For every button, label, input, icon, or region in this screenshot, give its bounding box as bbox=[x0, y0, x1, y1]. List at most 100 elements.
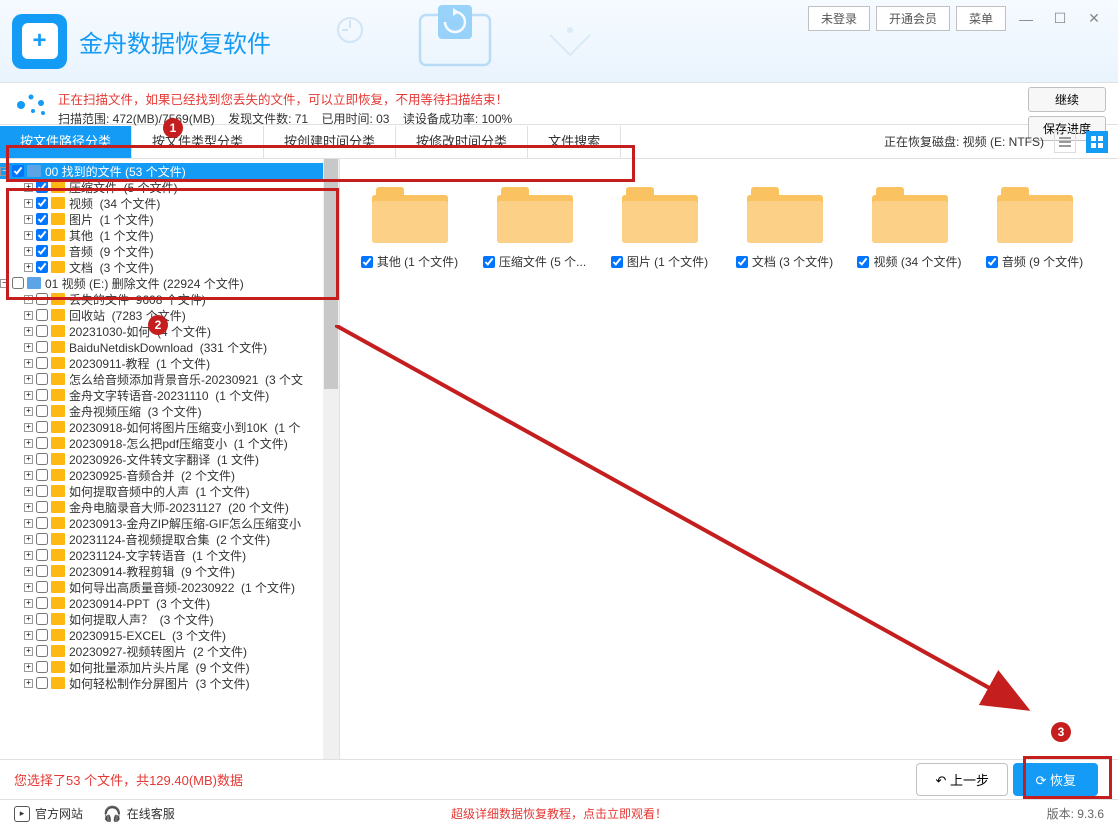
tree-checkbox[interactable] bbox=[36, 629, 48, 641]
tree-toggle-icon[interactable]: + bbox=[24, 663, 33, 672]
tree-item[interactable]: +图片 (1 个文件) bbox=[0, 211, 339, 227]
tab-by-created[interactable]: 按创建时间分类 bbox=[264, 126, 396, 158]
tree-toggle-icon[interactable]: + bbox=[24, 359, 33, 368]
tree-toggle-icon[interactable]: + bbox=[24, 519, 33, 528]
tree-toggle-icon[interactable]: + bbox=[24, 407, 33, 416]
tree-item[interactable]: −01 视频 (E:) 删除文件 (22924 个文件) bbox=[0, 275, 339, 291]
tree-checkbox[interactable] bbox=[36, 421, 48, 433]
tree-checkbox[interactable] bbox=[36, 469, 48, 481]
grid-checkbox[interactable] bbox=[361, 256, 373, 268]
tree-item[interactable]: +20230918-怎么把pdf压缩变小 (1 个文件) bbox=[0, 435, 339, 451]
tree-item[interactable]: +回收站 (7283 个文件) bbox=[0, 307, 339, 323]
tree-item[interactable]: +如何提取音频中的人声 (1 个文件) bbox=[0, 483, 339, 499]
tree-checkbox[interactable] bbox=[36, 485, 48, 497]
tree-toggle-icon[interactable]: + bbox=[24, 423, 33, 432]
tree-toggle-icon[interactable]: + bbox=[24, 199, 33, 208]
tree-toggle-icon[interactable]: + bbox=[24, 327, 33, 336]
grid-view-icon[interactable] bbox=[1086, 131, 1108, 153]
maximize-icon[interactable]: ☐ bbox=[1046, 8, 1074, 30]
grid-checkbox[interactable] bbox=[736, 256, 748, 268]
grid-checkbox[interactable] bbox=[986, 256, 998, 268]
tree-checkbox[interactable] bbox=[36, 405, 48, 417]
tree-checkbox[interactable] bbox=[36, 533, 48, 545]
tree-checkbox[interactable] bbox=[36, 677, 48, 689]
tree-toggle-icon[interactable]: + bbox=[24, 567, 33, 576]
tree-item[interactable]: +如何导出高质量音频-20230922 (1 个文件) bbox=[0, 579, 339, 595]
tree-toggle-icon[interactable]: + bbox=[24, 647, 33, 656]
tree-checkbox[interactable] bbox=[36, 437, 48, 449]
tutorial-link[interactable]: 超级详细数据恢复教程，点击立即观看！ bbox=[451, 805, 667, 822]
grid-checkbox[interactable] bbox=[857, 256, 869, 268]
tree-item[interactable]: +20231124-文字转语音 (1 个文件) bbox=[0, 547, 339, 563]
tree-toggle-icon[interactable]: + bbox=[24, 455, 33, 464]
tab-by-modified[interactable]: 按修改时间分类 bbox=[396, 126, 528, 158]
list-view-icon[interactable] bbox=[1054, 131, 1076, 153]
tree-checkbox[interactable] bbox=[36, 613, 48, 625]
tree-item[interactable]: +20230914-PPT (3 个文件) bbox=[0, 595, 339, 611]
tree-toggle-icon[interactable]: + bbox=[24, 375, 33, 384]
vip-button[interactable]: 开通会员 bbox=[876, 6, 950, 31]
recover-button[interactable]: ⟳ 恢复 bbox=[1013, 763, 1098, 796]
tree-checkbox[interactable] bbox=[36, 581, 48, 593]
tree-item[interactable]: +丢失的文件 9608 个文件) bbox=[0, 291, 339, 307]
tree-checkbox[interactable] bbox=[36, 565, 48, 577]
tab-by-path[interactable]: 按文件路径分类 bbox=[0, 126, 132, 158]
tree-toggle-icon[interactable]: + bbox=[24, 503, 33, 512]
tree-item[interactable]: +20231030-如何 (4 个文件) bbox=[0, 323, 339, 339]
tree-panel[interactable]: −00 找到的文件 (53 个文件) +压缩文件 (5 个文件)+视频 (34 … bbox=[0, 159, 340, 759]
tree-toggle-icon[interactable]: + bbox=[24, 615, 33, 624]
support-link[interactable]: 🎧在线客服 bbox=[103, 805, 175, 823]
tab-by-type[interactable]: 按文件类型分类 bbox=[132, 126, 264, 158]
grid-folder-item[interactable]: 视频 (34 个文件) bbox=[852, 171, 967, 301]
tree-item[interactable]: +20231124-音视频提取合集 (2 个文件) bbox=[0, 531, 339, 547]
tree-checkbox[interactable] bbox=[36, 597, 48, 609]
tree-item[interactable]: +压缩文件 (5 个文件) bbox=[0, 179, 339, 195]
tree-item[interactable]: +20230925-音频合并 (2 个文件) bbox=[0, 467, 339, 483]
tree-item[interactable]: +20230911-教程 (1 个文件) bbox=[0, 355, 339, 371]
tree-toggle-icon[interactable]: + bbox=[24, 247, 33, 256]
tree-item[interactable]: +金舟视频压缩 (3 个文件) bbox=[0, 403, 339, 419]
tree-checkbox[interactable] bbox=[36, 325, 48, 337]
tree-checkbox[interactable] bbox=[36, 261, 48, 273]
tree-toggle-icon[interactable]: + bbox=[24, 215, 33, 224]
tree-item[interactable]: +20230915-EXCEL (3 个文件) bbox=[0, 627, 339, 643]
tree-checkbox[interactable] bbox=[36, 309, 48, 321]
tree-checkbox[interactable] bbox=[36, 661, 48, 673]
tree-checkbox[interactable] bbox=[36, 197, 48, 209]
continue-button[interactable]: 继续 bbox=[1028, 87, 1106, 112]
tree-toggle-icon[interactable]: + bbox=[24, 535, 33, 544]
tree-toggle-icon[interactable]: + bbox=[24, 295, 33, 304]
tree-checkbox[interactable] bbox=[36, 357, 48, 369]
tree-toggle-icon[interactable]: + bbox=[24, 231, 33, 240]
tab-search[interactable]: 文件搜索 bbox=[528, 126, 621, 158]
grid-folder-item[interactable]: 音频 (9 个文件) bbox=[977, 171, 1092, 301]
tree-toggle-icon[interactable]: + bbox=[24, 311, 33, 320]
tree-item[interactable]: +怎么给音频添加背景音乐-20230921 (3 个文 bbox=[0, 371, 339, 387]
tree-checkbox[interactable] bbox=[36, 389, 48, 401]
tree-item[interactable]: +20230926-文件转文字翻译 (1 文件) bbox=[0, 451, 339, 467]
minimize-icon[interactable]: — bbox=[1012, 8, 1040, 30]
tree-scrollbar[interactable] bbox=[323, 159, 339, 759]
grid-checkbox[interactable] bbox=[483, 256, 495, 268]
tree-toggle-icon[interactable]: + bbox=[24, 263, 33, 272]
menu-button[interactable]: 菜单 bbox=[956, 6, 1006, 31]
grid-folder-item[interactable]: 图片 (1 个文件) bbox=[602, 171, 717, 301]
tree-item[interactable]: +如何批量添加片头片尾 (9 个文件) bbox=[0, 659, 339, 675]
tree-item[interactable]: +20230927-视频转图片 (2 个文件) bbox=[0, 643, 339, 659]
grid-folder-item[interactable]: 压缩文件 (5 个... bbox=[477, 171, 592, 301]
tree-item[interactable]: +金舟文字转语音-20231110 (1 个文件) bbox=[0, 387, 339, 403]
close-icon[interactable]: ✕ bbox=[1080, 8, 1108, 30]
tree-item[interactable]: +如何提取人声？ (3 个文件) bbox=[0, 611, 339, 627]
tree-checkbox[interactable] bbox=[12, 277, 24, 289]
tree-item[interactable]: +如何轻松制作分屏图片 (3 个文件) bbox=[0, 675, 339, 691]
tree-checkbox[interactable] bbox=[36, 645, 48, 657]
tree-item[interactable]: +金舟电脑录音大师-20231127 (20 个文件) bbox=[0, 499, 339, 515]
grid-folder-item[interactable]: 文档 (3 个文件) bbox=[727, 171, 842, 301]
tree-checkbox[interactable] bbox=[12, 165, 24, 177]
prev-button[interactable]: ↶ 上一步 bbox=[916, 763, 1008, 796]
grid-folder-item[interactable]: 其他 (1 个文件) bbox=[352, 171, 467, 301]
tree-toggle-icon[interactable]: + bbox=[24, 679, 33, 688]
tree-item[interactable]: +20230914-教程剪辑 (9 个文件) bbox=[0, 563, 339, 579]
tree-checkbox[interactable] bbox=[36, 373, 48, 385]
tree-toggle-icon[interactable]: + bbox=[24, 183, 33, 192]
